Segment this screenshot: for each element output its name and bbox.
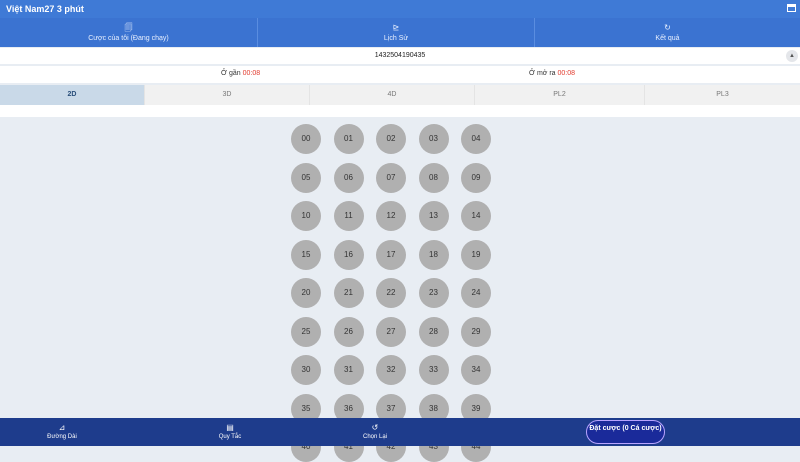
tab-2d[interactable]: 2D (0, 85, 145, 105)
chevron-up-icon[interactable]: ▲ (786, 50, 798, 62)
number-ball[interactable]: 07 (376, 162, 406, 193)
number-ball[interactable]: 06 (333, 162, 364, 193)
tab-4d[interactable]: 4D (310, 85, 475, 105)
number-ball[interactable]: 11 (333, 201, 364, 231)
separator (0, 105, 800, 117)
place-bet-button[interactable]: Đặt cược (0 Cá cược) (586, 420, 665, 444)
round-id: 1432504190435 (374, 52, 426, 59)
chart-icon: ⊿ (58, 423, 66, 432)
reselect-button[interactable]: ↺ Chọn Lại (353, 423, 397, 440)
window-title: Việt Nam27 3 phút (6, 4, 84, 14)
top-nav: 🗐 Cược của tôi (Đang chạy) ⊵ Lịch Sử ↻ K… (0, 18, 800, 47)
number-ball[interactable]: 23 (418, 278, 449, 308)
open-timer: Ở mở ra 00:08 (529, 70, 575, 77)
number-ball[interactable]: 18 (418, 239, 449, 270)
number-ball[interactable]: 05 (291, 162, 321, 193)
tab-3d[interactable]: 3D (145, 85, 310, 105)
number-ball[interactable]: 03 (418, 124, 449, 154)
reset-icon: ↺ (371, 423, 379, 432)
receipt-icon: 🗐 (124, 23, 133, 32)
number-ball[interactable]: 30 (291, 355, 321, 385)
nav-history-label: Lịch Sử (383, 35, 409, 42)
number-ball[interactable]: 32 (376, 355, 406, 385)
history-chart-icon: ⊵ (392, 23, 400, 32)
number-ball[interactable]: 16 (333, 239, 364, 270)
number-ball[interactable]: 20 (291, 278, 321, 308)
number-ball[interactable]: 13 (418, 201, 449, 231)
number-ball[interactable]: 29 (461, 316, 491, 347)
bottom-bar: ⊿ Đường Dài ▤ Quy Tắc ↺ Chọn Lại (0, 418, 800, 446)
book-icon: ▤ (226, 423, 234, 432)
number-ball[interactable]: 14 (461, 201, 491, 231)
number-ball[interactable]: 24 (461, 278, 491, 308)
nav-my-bets-label: Cược của tôi (Đang chạy) (88, 35, 169, 42)
number-ball[interactable]: 25 (291, 316, 321, 347)
number-ball[interactable]: 27 (376, 316, 406, 347)
window-icon[interactable] (787, 4, 796, 12)
round-id-row: 1432504190435 ▲ (0, 48, 800, 64)
number-ball[interactable]: 21 (333, 278, 364, 308)
timer-row: Ở gần 00:08 Ở mở ra 00:08 (0, 66, 800, 83)
rules-label: Quy Tắc (218, 434, 242, 440)
window-title-bar: Việt Nam27 3 phút (0, 0, 800, 18)
close-timer: Ở gần 00:08 (221, 70, 260, 77)
number-ball[interactable]: 10 (291, 201, 321, 231)
reselect-label: Chọn Lại (362, 434, 388, 440)
refresh-icon: ↻ (664, 23, 671, 32)
number-ball[interactable]: 19 (461, 239, 491, 270)
tab-pl2[interactable]: PL2 (475, 85, 645, 105)
nav-my-bets[interactable]: 🗐 Cược của tôi (Đang chạy) (0, 18, 258, 47)
trend-button[interactable]: ⊿ Đường Dài (40, 423, 84, 440)
number-ball[interactable]: 22 (376, 278, 406, 308)
number-ball[interactable]: 31 (333, 355, 364, 385)
number-ball[interactable]: 04 (461, 124, 491, 154)
nav-history[interactable]: ⊵ Lịch Sử (258, 18, 535, 47)
number-ball[interactable]: 00 (291, 124, 321, 154)
nav-results-label: Kết quả (655, 35, 680, 42)
number-ball[interactable]: 08 (418, 162, 449, 193)
open-timer-value: 00:08 (557, 70, 576, 77)
trend-label: Đường Dài (47, 434, 77, 440)
number-ball[interactable]: 15 (291, 239, 321, 270)
tab-pl3[interactable]: PL3 (645, 85, 800, 105)
number-ball[interactable]: 12 (376, 201, 406, 231)
rules-button[interactable]: ▤ Quy Tắc (208, 423, 252, 440)
close-timer-label: Ở gần (221, 70, 241, 77)
number-ball[interactable]: 34 (461, 355, 491, 385)
close-timer-value: 00:08 (242, 70, 261, 77)
number-ball[interactable]: 26 (333, 316, 364, 347)
game-tabs: 2D 3D 4D PL2 PL3 (0, 85, 800, 105)
number-ball[interactable]: 09 (461, 162, 491, 193)
number-ball[interactable]: 33 (418, 355, 449, 385)
number-ball[interactable]: 17 (376, 239, 406, 270)
open-timer-label: Ở mở ra (529, 70, 556, 77)
number-ball[interactable]: 28 (418, 316, 449, 347)
number-ball[interactable]: 01 (333, 124, 364, 154)
number-ball[interactable]: 02 (376, 124, 406, 154)
nav-results[interactable]: ↻ Kết quả (535, 18, 800, 47)
